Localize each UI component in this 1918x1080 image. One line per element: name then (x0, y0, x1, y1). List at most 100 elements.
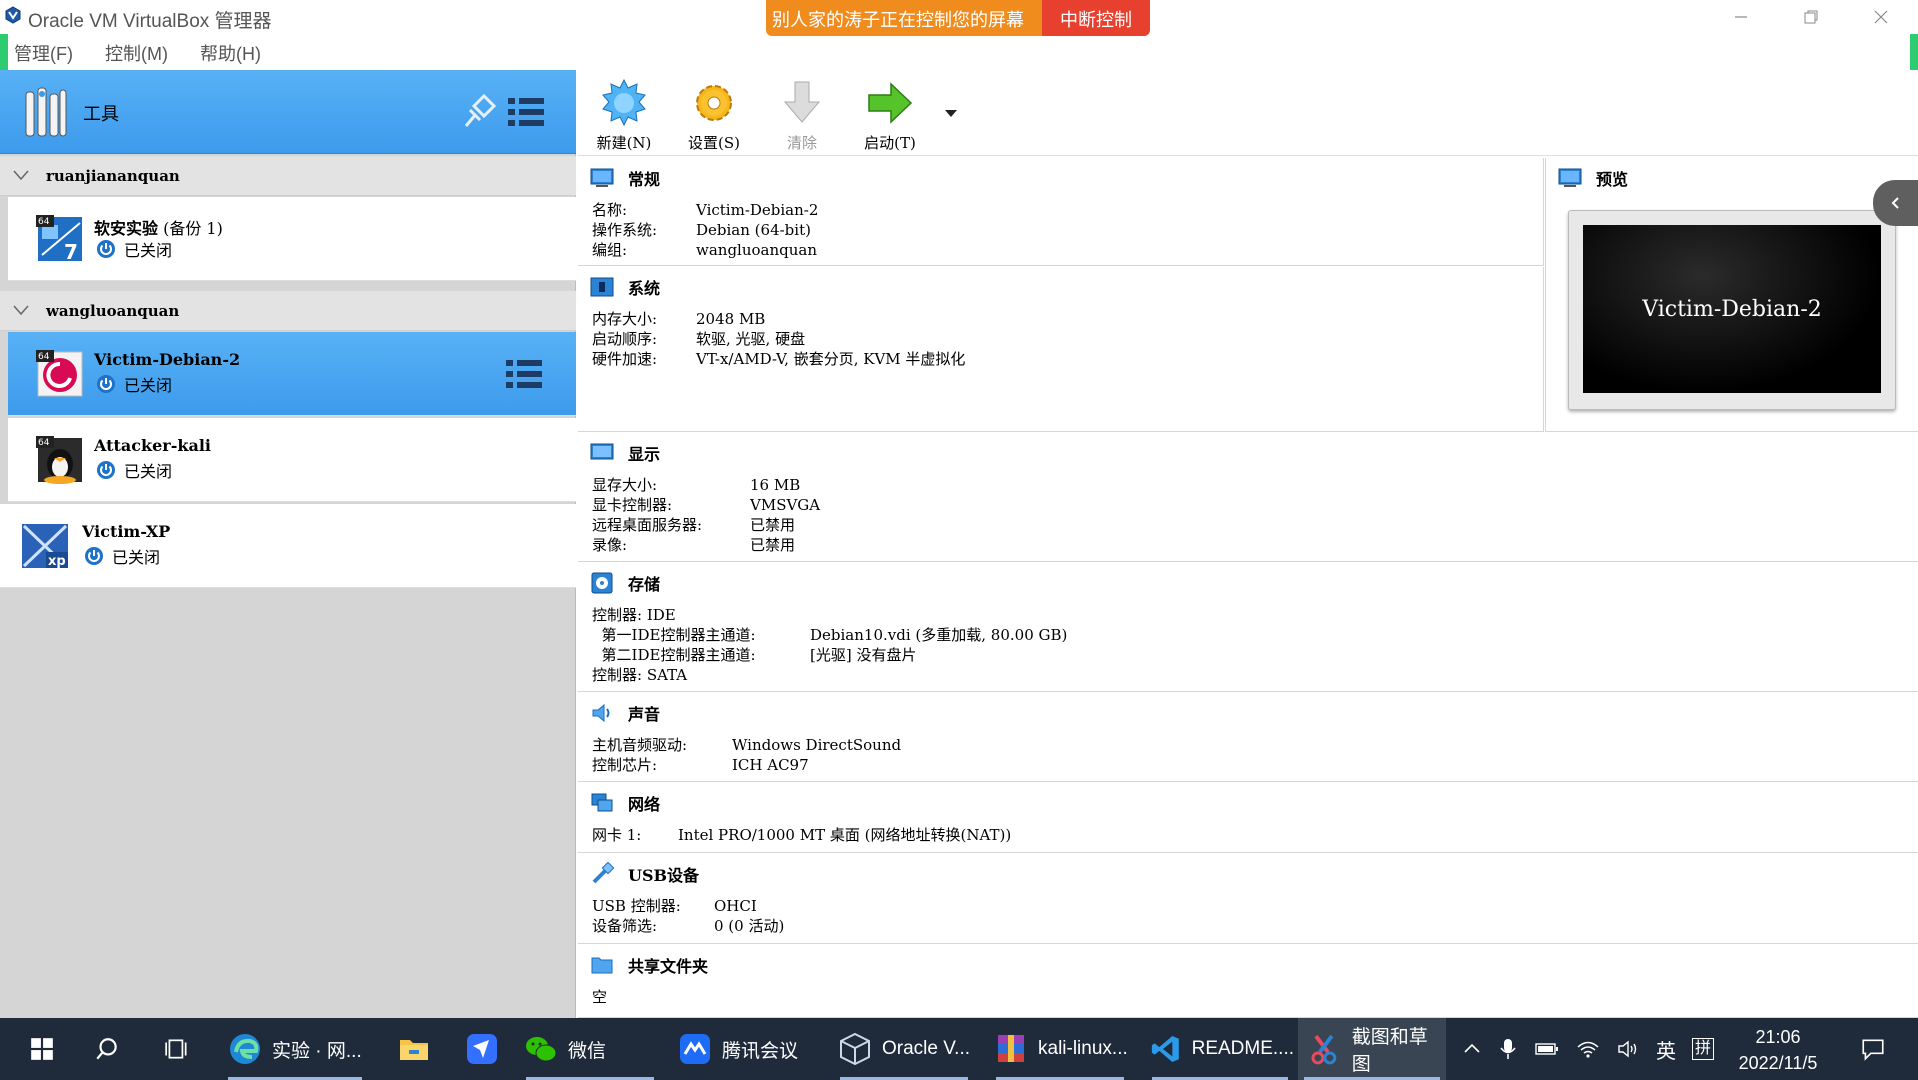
windows7-os-icon: 7 64 (36, 215, 82, 264)
search-button[interactable] (82, 1018, 132, 1080)
vm-menu-icon[interactable] (504, 356, 544, 392)
notification-button[interactable] (1848, 1018, 1898, 1080)
window-title: Oracle VM VirtualBox 管理器 (28, 11, 272, 32)
debian-os-icon: 64 (36, 350, 83, 397)
arrow-right-icon (868, 82, 913, 124)
taskbar-item-edge[interactable]: 实验 · 网... (222, 1018, 368, 1080)
section-rows: 内存大小: 2048 MB 启动顺序: 软驱, 光驱, 硬盘 硬件加速: VT-x/A… (592, 310, 966, 368)
network-icon (591, 793, 613, 812)
chevron-down-icon (13, 305, 29, 316)
preview-frame: Victim-Debian-2 (1568, 210, 1896, 410)
details-network[interactable]: 网络 网卡 1: Intel PRO/1000 MT 桌面 (网络地址转换(NAT… (578, 783, 1918, 853)
close-button[interactable] (1852, 0, 1910, 34)
speaker-icon (592, 703, 610, 723)
taskbar-item-feishu[interactable] (454, 1018, 510, 1080)
taskbar-item-wechat[interactable]: 微信 (520, 1018, 660, 1080)
section-rows: 主机音频驱动: Windows DirectSound 控制芯片: ICH AC97 (592, 736, 902, 774)
folder-icon (591, 957, 613, 974)
section-header: 预览 (1558, 166, 1628, 190)
discard-button[interactable]: 清除 (760, 78, 844, 156)
microphone-icon[interactable] (1498, 1037, 1518, 1061)
menu-control[interactable]: 控制(M) (105, 36, 168, 68)
power-off-icon (97, 461, 115, 479)
minimize-button[interactable] (1712, 0, 1770, 34)
pin-icon[interactable] (458, 92, 498, 132)
vm-state: 已关闭 (96, 372, 172, 396)
vm-item-victim-debian-2[interactable]: 64 Victim-Debian-2 已关闭 (8, 332, 576, 416)
tools-icon (25, 87, 67, 137)
taskbar-item-vscode[interactable]: README.... (1146, 1018, 1294, 1080)
windows-logo-icon (31, 1038, 53, 1060)
details-general[interactable]: 常规 名称: Victim-Debian-2 操作系统: Debian (64-bi… (578, 158, 1544, 266)
task-view-button[interactable] (152, 1018, 202, 1080)
tools-menu-icon[interactable] (506, 94, 546, 130)
vm-item-attacker-kali[interactable]: 64 Attacker-kali 已关闭 (8, 418, 576, 502)
chevron-down-icon (13, 170, 29, 181)
chevron-up-icon[interactable] (1462, 1039, 1482, 1059)
section-header: USB设备 (590, 862, 699, 886)
vm-item-victim-xp[interactable]: xp Victim-XP 已关闭 (0, 504, 576, 588)
new-vm-icon (602, 78, 646, 127)
taskbar-item-snip-sketch[interactable]: 截图和草图 (1298, 1018, 1446, 1080)
display-icon (590, 443, 614, 460)
start-button[interactable]: 启动(T) (848, 78, 932, 156)
ime-indicator[interactable]: 英 (1656, 1035, 1676, 1064)
windowsxp-os-icon: xp (22, 524, 68, 569)
group-header-wangluoanquan[interactable]: wangluoanquan (0, 291, 576, 331)
section-header: 共享文件夹 (590, 953, 708, 977)
details-audio[interactable]: 声音 主机音频驱动: Windows DirectSound 控制芯片: ICH A… (578, 693, 1918, 782)
linux-os-icon: 64 (36, 436, 82, 484)
clock[interactable]: 21:06 2022/11/5 (1718, 1024, 1838, 1076)
vm-state: 已关闭 (96, 458, 172, 482)
details-storage[interactable]: 存储 控制器: IDE 第一IDE控制器主通道: Debian10.vdi (多重… (578, 563, 1918, 692)
edge-icon (230, 1034, 260, 1064)
disk-icon (591, 572, 613, 594)
details-display[interactable]: 显示 显存大小: 16 MB 显卡控制器: VMSVGA 远程桌面服务器: 已禁用 录… (578, 433, 1918, 562)
details-shared-folders[interactable]: 共享文件夹 空 (578, 945, 1918, 1018)
details-system[interactable]: 系统 内存大小: 2048 MB 启动顺序: 软驱, 光驱, 硬盘 硬件加速: VT-… (578, 267, 1544, 432)
new-button[interactable]: 新建(N) (582, 78, 666, 156)
minimize-icon (1735, 16, 1747, 18)
menu-manage[interactable]: 管理(F) (14, 36, 73, 68)
group-header-ruanjiananquan[interactable]: ruanjiananquan (0, 156, 576, 196)
start-menu-button[interactable] (14, 1018, 70, 1080)
stop-control-button[interactable]: 中断控制 (1042, 0, 1150, 36)
vm-name: Victim-Debian-2 (94, 350, 241, 369)
wifi-icon[interactable] (1576, 1039, 1600, 1059)
vm-name: Victim-XP (82, 522, 171, 541)
main-toolbar: 新建(N) 设置(S) 清除 启动(T) (578, 70, 1918, 156)
collapse-tab[interactable] (1873, 180, 1918, 226)
section-rows: 网卡 1: Intel PRO/1000 MT 桌面 (网络地址转换(NAT)) (592, 826, 1012, 844)
task-view-icon (165, 1039, 187, 1059)
section-header: 网络 (590, 791, 660, 815)
taskbar-item-winrar[interactable]: kali-linux... (990, 1018, 1130, 1080)
taskbar-item-tencent-meeting[interactable]: 腾讯会议 (674, 1018, 824, 1080)
taskbar-item-explorer[interactable] (386, 1018, 442, 1080)
power-off-icon (97, 240, 115, 258)
vm-state: 已关闭 (96, 237, 172, 261)
feishu-icon (467, 1034, 497, 1064)
section-rows: 控制器: IDE 第一IDE控制器主通道: Debian10.vdi (多重加载,… (592, 606, 1068, 684)
svg-text:xp: xp (48, 554, 66, 569)
vm-list-pane: 工具 ruanjiananquan 7 64 软安实验 (备份 1) 已关闭 w… (0, 70, 576, 1018)
keyboard-layout-indicator[interactable]: 拼 (1692, 1038, 1715, 1060)
settings-button[interactable]: 设置(S) (672, 78, 756, 156)
volume-icon[interactable] (1616, 1039, 1640, 1059)
remote-control-message: 别人家的涛子正在控制您的屏幕 (766, 0, 1042, 36)
tools-item[interactable]: 工具 (0, 70, 576, 154)
svg-text:64: 64 (38, 217, 50, 227)
vm-item-ruanan[interactable]: 7 64 软安实验 (备份 1) 已关闭 (8, 197, 576, 281)
svg-text:64: 64 (38, 438, 50, 448)
menu-help[interactable]: 帮助(H) (200, 36, 261, 68)
group-name: ruanjiananquan (46, 167, 180, 185)
monitor-icon (1558, 168, 1582, 187)
details-usb[interactable]: USB设备 USB 控制器: OHCI 设备筛选: 0 (0 活动) (578, 854, 1918, 944)
taskbar-item-virtualbox[interactable]: Oracle V... (834, 1018, 974, 1080)
svg-text:64: 64 (38, 352, 50, 362)
start-dropdown-icon[interactable] (944, 108, 958, 118)
section-header: 系统 (590, 275, 660, 299)
battery-icon[interactable] (1534, 1039, 1560, 1059)
clock-date: 2022/11/5 (1738, 1053, 1818, 1073)
maximize-button[interactable] (1782, 0, 1840, 34)
file-explorer-icon (400, 1040, 428, 1060)
